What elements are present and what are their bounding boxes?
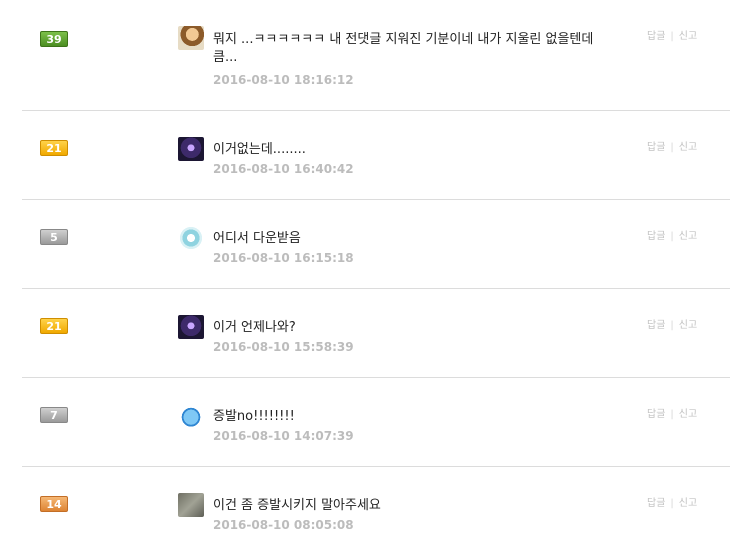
- level-badge: 21: [40, 140, 68, 156]
- comment-text: 이거없는데........: [213, 142, 306, 157]
- separator: |: [670, 498, 674, 509]
- report-link[interactable]: 신고: [679, 231, 697, 242]
- avatar[interactable]: [178, 226, 204, 250]
- comment-text: 증발no!!!!!!!!: [213, 409, 295, 424]
- separator: |: [670, 409, 674, 420]
- separator: |: [670, 31, 674, 42]
- avatar[interactable]: [178, 315, 204, 339]
- comment-timestamp: 2016-08-10 16:40:42: [213, 162, 354, 176]
- comment-actions: 답글 | 신고: [647, 227, 697, 242]
- reply-link[interactable]: 답글: [647, 320, 665, 331]
- report-link[interactable]: 신고: [679, 409, 697, 420]
- avatar[interactable]: [178, 26, 204, 50]
- reply-link[interactable]: 답글: [647, 231, 665, 242]
- level-badge: 21: [40, 318, 68, 334]
- comment-actions: 답글 | 신고: [647, 494, 697, 509]
- comment-timestamp: 2016-08-10 18:16:12: [213, 73, 354, 87]
- comment-text: 이거 언제나와?: [213, 320, 296, 335]
- reply-link[interactable]: 답글: [647, 409, 665, 420]
- report-link[interactable]: 신고: [679, 498, 697, 509]
- comment-actions: 답글 | 신고: [647, 316, 697, 331]
- reply-link[interactable]: 답글: [647, 498, 665, 509]
- comment-timestamp: 2016-08-10 16:15:18: [213, 251, 354, 265]
- report-link[interactable]: 신고: [679, 31, 697, 42]
- comment-row: 14 이건 좀 증발시키지 말아주세요 2016-08-10 08:05:08 …: [22, 467, 730, 555]
- avatar[interactable]: [178, 493, 204, 517]
- comment-row: 39 뭐지 ...ㅋㅋㅋㅋㅋㅋ 내 전댓글 지워진 기분이네 내가 지울린 없을…: [22, 0, 730, 111]
- reply-link[interactable]: 답글: [647, 31, 665, 42]
- comment-actions: 답글 | 신고: [647, 138, 697, 153]
- comment-row: 5 어디서 다운받음 2016-08-10 16:15:18 답글 | 신고: [22, 200, 730, 289]
- report-link[interactable]: 신고: [679, 142, 697, 153]
- comment-text: 이건 좀 증발시키지 말아주세요: [213, 498, 381, 513]
- comment-text: 어디서 다운받음: [213, 231, 301, 246]
- level-badge: 14: [40, 496, 68, 512]
- report-link[interactable]: 신고: [679, 320, 697, 331]
- comment-timestamp: 2016-08-10 08:05:08: [213, 518, 354, 532]
- comment-row: 21 이거없는데........ 2016-08-10 16:40:42 답글 |…: [22, 111, 730, 200]
- comment-timestamp: 2016-08-10 14:07:39: [213, 429, 354, 443]
- separator: |: [670, 142, 674, 153]
- comment-list: 39 뭐지 ...ㅋㅋㅋㅋㅋㅋ 내 전댓글 지워진 기분이네 내가 지울린 없을…: [22, 0, 730, 555]
- comment-actions: 답글 | 신고: [647, 405, 697, 420]
- avatar[interactable]: [178, 404, 204, 428]
- separator: |: [670, 320, 674, 331]
- comment-row: 21 이거 언제나와? 2016-08-10 15:58:39 답글 | 신고: [22, 289, 730, 378]
- comment-text: 뭐지 ...ㅋㅋㅋㅋㅋㅋ 내 전댓글 지워진 기분이네 내가 지울린 없을텐데큼…: [213, 32, 594, 65]
- avatar[interactable]: [178, 137, 204, 161]
- separator: |: [670, 231, 674, 242]
- reply-link[interactable]: 답글: [647, 142, 665, 153]
- level-badge: 39: [40, 31, 68, 47]
- comment-actions: 답글 | 신고: [647, 27, 697, 42]
- level-badge: 7: [40, 407, 68, 423]
- comment-row: 7 증발no!!!!!!!! 2016-08-10 14:07:39 답글 | 신고: [22, 378, 730, 467]
- level-badge: 5: [40, 229, 68, 245]
- comment-timestamp: 2016-08-10 15:58:39: [213, 340, 354, 354]
